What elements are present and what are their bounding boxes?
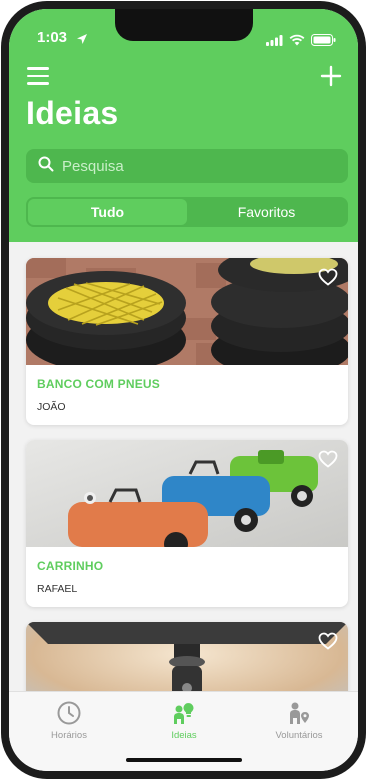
menu-icon[interactable]	[27, 67, 49, 85]
favorite-heart-icon[interactable]	[318, 450, 338, 468]
tires-bench-image	[26, 258, 348, 365]
tab-ideias[interactable]: Ideias	[134, 700, 234, 741]
signal-icon	[266, 31, 283, 50]
bottle-lamp-image	[26, 622, 348, 691]
card-author: JOÃO	[37, 401, 66, 413]
clock-icon	[56, 700, 82, 726]
wifi-icon	[289, 31, 305, 50]
volunteer-location-icon	[286, 700, 312, 726]
segment-all[interactable]: Tudo	[28, 199, 187, 225]
tab-label: Horários	[51, 730, 87, 741]
tab-horarios[interactable]: Horários	[19, 700, 119, 741]
status-indicators	[266, 31, 336, 50]
card-title: BANCO COM PNEUS	[37, 377, 161, 391]
favorite-heart-icon[interactable]	[318, 268, 338, 286]
plus-icon[interactable]	[320, 65, 342, 87]
idea-card[interactable]: CARRINHO RAFAEL	[26, 440, 348, 607]
header: 1:03 Ideias Pesquisa Tudo Favoritos	[9, 9, 358, 242]
app-screen: 1:03 Ideias Pesquisa Tudo Favoritos BANC…	[9, 9, 358, 771]
card-title: CARRINHO	[37, 559, 104, 573]
segmented-control: Tudo Favoritos	[26, 197, 348, 227]
idea-card[interactable]	[26, 622, 348, 691]
idea-card[interactable]: BANCO COM PNEUS JOÃO	[26, 258, 348, 425]
phone-frame: 1:03 Ideias Pesquisa Tudo Favoritos BANC…	[1, 1, 366, 779]
device-notch	[115, 9, 253, 41]
card-author: RAFAEL	[37, 583, 78, 595]
people-ideas-icon	[171, 700, 197, 726]
search-icon	[38, 156, 54, 176]
toy-cars-image	[26, 440, 348, 547]
search-input[interactable]	[62, 157, 322, 175]
favorite-heart-icon[interactable]	[318, 632, 338, 650]
status-time: 1:03	[37, 29, 68, 46]
home-indicator[interactable]	[126, 758, 242, 762]
page-title: Ideias	[26, 95, 119, 131]
search-bar[interactable]	[26, 149, 348, 183]
battery-icon	[311, 31, 336, 50]
tab-bar: Horários Ideias Voluntários	[9, 691, 358, 771]
ideas-list[interactable]: BANCO COM PNEUS JOÃO CARRINHO RAFAEL	[9, 242, 358, 691]
tab-voluntarios[interactable]: Voluntários	[249, 700, 349, 741]
tab-label: Ideias	[171, 730, 197, 741]
location-arrow-icon	[76, 30, 88, 49]
segment-favorites[interactable]: Favoritos	[187, 199, 346, 225]
tab-label: Voluntários	[275, 730, 323, 741]
